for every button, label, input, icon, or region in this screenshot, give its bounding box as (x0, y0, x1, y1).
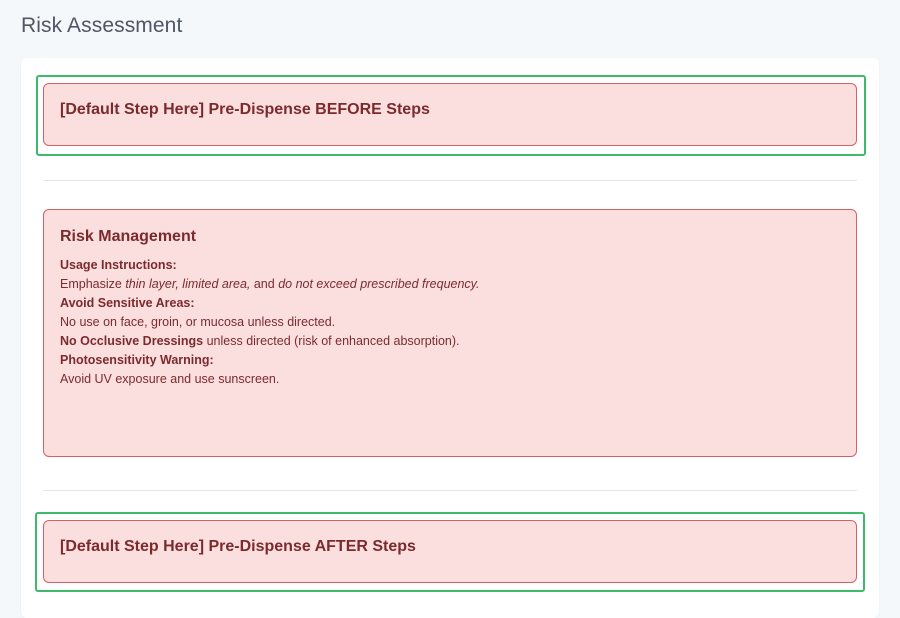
risk-assessment-panel: [Default Step Here] Pre-Dispense BEFORE … (21, 58, 879, 618)
photosensitivity-heading: Photosensitivity Warning: (60, 353, 214, 367)
step-before-container[interactable]: [Default Step Here] Pre-Dispense BEFORE … (36, 75, 866, 156)
usage-heading: Usage Instructions: (60, 258, 177, 272)
photosensitivity-text: Avoid UV exposure and use sunscreen. (60, 372, 280, 386)
risk-management-title: Risk Management (60, 228, 197, 245)
occlusive-dressings-text: No Occlusive Dressings unless directed (… (60, 334, 460, 348)
sensitive-areas-heading: Avoid Sensitive Areas: (60, 296, 195, 310)
section-divider (43, 490, 857, 491)
usage-text: Emphasize thin layer, limited area, and … (60, 277, 480, 291)
step-after-title: [Default Step Here] Pre-Dispense AFTER S… (60, 538, 416, 555)
step-after-container[interactable]: [Default Step Here] Pre-Dispense AFTER S… (35, 512, 865, 592)
risk-management-alert: Risk Management Usage Instructions: Emph… (43, 209, 857, 457)
step-before-title: [Default Step Here] Pre-Dispense BEFORE … (60, 101, 430, 118)
page-title: Risk Assessment (21, 14, 183, 37)
sensitive-areas-text: No use on face, groin, or mucosa unless … (60, 315, 336, 329)
risk-management-body: Usage Instructions: Emphasize thin layer… (60, 256, 840, 389)
section-divider (43, 180, 857, 181)
step-before-alert: [Default Step Here] Pre-Dispense BEFORE … (43, 83, 857, 146)
step-after-alert: [Default Step Here] Pre-Dispense AFTER S… (43, 520, 857, 583)
